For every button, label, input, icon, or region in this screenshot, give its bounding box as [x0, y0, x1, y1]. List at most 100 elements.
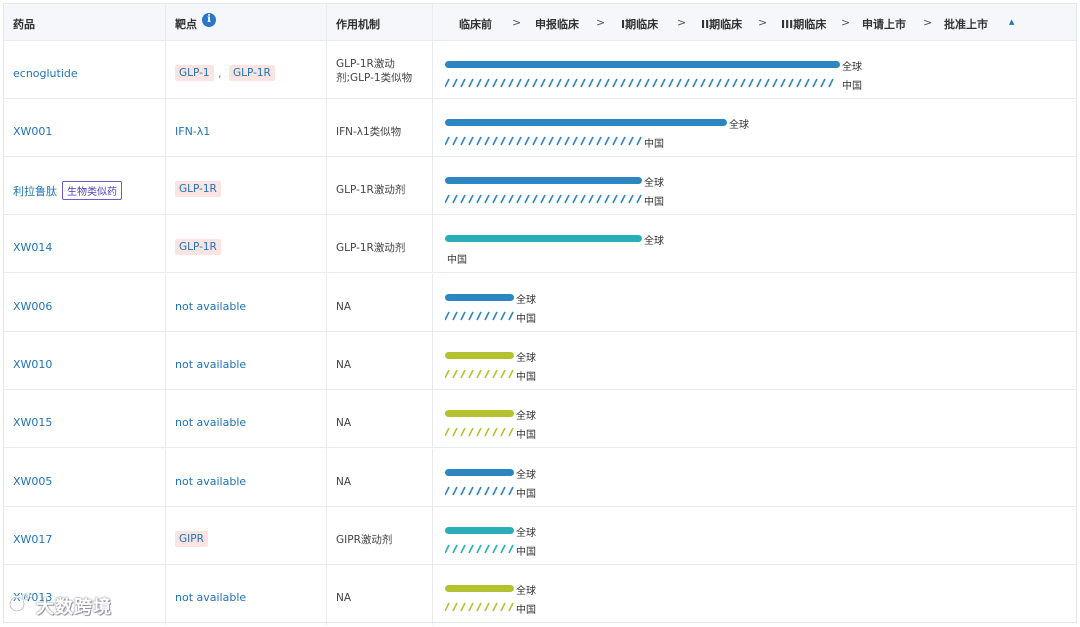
mechanism-cell: NA [327, 449, 433, 506]
target-tag[interactable]: GLP-1R [175, 181, 221, 197]
mechanism-text: GLP-1R激动剂 [336, 184, 406, 196]
global-progress-bar[interactable] [445, 235, 642, 242]
drug-name-link[interactable]: XW005 [13, 475, 52, 488]
mechanism-text: NA [336, 359, 352, 371]
target-tag[interactable]: GLP-1R [229, 65, 275, 81]
global-progress-bar[interactable] [445, 352, 514, 359]
phase-progress-cell: 全球 中国 [433, 274, 1076, 331]
watermark-logo-icon [8, 593, 33, 613]
target-text[interactable]: not available [175, 475, 246, 488]
drug-name-link[interactable]: XW015 [13, 416, 52, 429]
drug-name-link[interactable]: XW010 [13, 358, 52, 371]
global-progress-bar[interactable] [445, 177, 642, 184]
info-icon[interactable]: i [202, 13, 216, 27]
mechanism-cell: NA [327, 565, 433, 625]
target-cell: GLP-1R [166, 215, 327, 272]
table-row: XW010 not available NA 全球 中国 [4, 332, 1076, 390]
target-tag[interactable]: GLP-1 [175, 65, 214, 81]
target-cell: GLP-1, GLP-1R [166, 41, 327, 98]
global-progress-bar[interactable] [445, 294, 514, 301]
drug-name-link[interactable]: XW001 [13, 125, 52, 138]
mechanism-cell: IFN-λ1类似物 [327, 99, 433, 156]
phase-progress-cell: 全球 中国 [433, 565, 1076, 625]
target-cell: IFN-λ1 [166, 99, 327, 156]
mechanism-text: NA [336, 301, 352, 313]
phase-progress-cell: 全球 中国 [433, 507, 1076, 564]
target-cell: not available [166, 332, 327, 389]
table-row: 利拉鲁肽 生物类似药 GLP-1R GLP-1R激动剂 全球中国 [4, 157, 1076, 215]
china-label: 中国 [516, 430, 536, 441]
global-label: 全球 [644, 178, 664, 189]
mechanism-cell: GLP-1R激动剂 [327, 215, 433, 272]
mechanism-cell: NA [327, 274, 433, 331]
global-label: 全球 [842, 62, 862, 73]
drug-name-link[interactable]: XW017 [13, 533, 52, 546]
target-text[interactable]: not available [175, 300, 246, 313]
mechanism-text: NA [336, 592, 352, 604]
china-progress-hatch[interactable] [445, 136, 642, 146]
phase-separator: > [923, 16, 933, 29]
mechanism-text: NA [336, 417, 352, 429]
drug-cell: XW017 [4, 507, 166, 564]
global-label: 全球 [516, 528, 536, 539]
global-progress-bar[interactable] [445, 61, 840, 68]
target-tag[interactable]: GIPR [175, 531, 208, 547]
phase-header-6[interactable]: 申请上市 [862, 16, 906, 32]
mechanism-cell: NA [327, 390, 433, 447]
china-progress-hatch[interactable] [445, 544, 514, 554]
sort-up-icon[interactable]: ▲ [1009, 18, 1014, 26]
phase-header-4[interactable]: II期临床 [701, 16, 742, 32]
table-row: ecnoglutide GLP-1, GLP-1R GLP-1R激动剂;GLP-1类似… [4, 41, 1076, 99]
drug-name-link[interactable]: ecnoglutide [13, 67, 78, 80]
phase-header-3[interactable]: I期临床 [621, 16, 658, 32]
phase-header-7[interactable]: 批准上市 [944, 16, 988, 32]
drug-cell: XW006 [4, 274, 166, 331]
drug-name-link[interactable]: XW014 [13, 241, 52, 254]
global-progress-bar[interactable] [445, 585, 514, 592]
target-text[interactable]: not available [175, 416, 246, 429]
phase-navigation: 临床前 > 申报临床 > I期临床 > II期临床 > III期临床 > 申请上市 > 批准上市 ▲ [433, 16, 1076, 32]
mechanism-text: GIPR激动剂 [336, 534, 393, 546]
china-progress-hatch[interactable] [445, 194, 642, 204]
global-label: 全球 [516, 586, 536, 597]
china-progress-hatch[interactable] [445, 602, 514, 612]
phase-header-1[interactable]: 临床前 [459, 16, 492, 32]
biosimilar-badge: 生物类似药 [62, 181, 122, 200]
china-label: 中国 [644, 197, 664, 208]
target-tag[interactable]: GLP-1R [175, 239, 221, 255]
table-row: XW006 not available NA 全球中国 [4, 274, 1076, 332]
target-text[interactable]: IFN-λ1 [175, 125, 210, 138]
phase-header-5[interactable]: III期临床 [781, 16, 826, 32]
mechanism-text: GLP-1R激动剂;GLP-1类似物 [336, 58, 413, 84]
china-progress-hatch[interactable] [445, 78, 840, 88]
drug-cell: XW005 [4, 449, 166, 506]
china-progress-hatch[interactable] [445, 486, 514, 496]
phase-header-2[interactable]: 申报临床 [535, 16, 579, 32]
global-progress-bar[interactable] [445, 469, 514, 476]
target-separator: , [218, 67, 222, 80]
global-progress-bar[interactable] [445, 119, 727, 126]
watermark-text: 大数跨境 [36, 597, 112, 618]
target-cell: not available [166, 274, 327, 331]
phase-progress-cell: 全球 中国 [433, 449, 1076, 506]
mechanism-cell: NA [327, 332, 433, 389]
target-text[interactable]: not available [175, 358, 246, 371]
china-label: 中国 [516, 314, 536, 325]
drug-name-link[interactable]: XW006 [13, 300, 52, 313]
target-text[interactable]: not available [175, 591, 246, 604]
drug-cell: XW001 [4, 99, 166, 156]
global-progress-bar[interactable] [445, 410, 514, 417]
drug-name-link[interactable]: 利拉鲁肽 [13, 183, 57, 199]
china-progress-hatch[interactable] [445, 427, 514, 437]
global-label: 全球 [516, 295, 536, 306]
china-progress-hatch[interactable] [445, 369, 514, 379]
global-progress-bar[interactable] [445, 527, 514, 534]
table-header: 药品 靶点 i 作用机制 临床前 > 申报临床 > I期临床 > II期临床 > III期临床 >… [4, 4, 1076, 41]
china-progress-hatch[interactable] [445, 311, 514, 321]
header-target-cell: 靶点 i [166, 4, 327, 40]
header-phase-cell[interactable]: 临床前 > 申报临床 > I期临床 > II期临床 > III期临床 > 申请上市 > 批准上市 ▲ [433, 4, 1076, 40]
mechanism-text: NA [336, 476, 352, 488]
mechanism-text: IFN-λ1类似物 [336, 126, 402, 138]
phase-separator: > [677, 16, 687, 29]
phase-progress-cell: 全球 中国 [433, 41, 1076, 98]
